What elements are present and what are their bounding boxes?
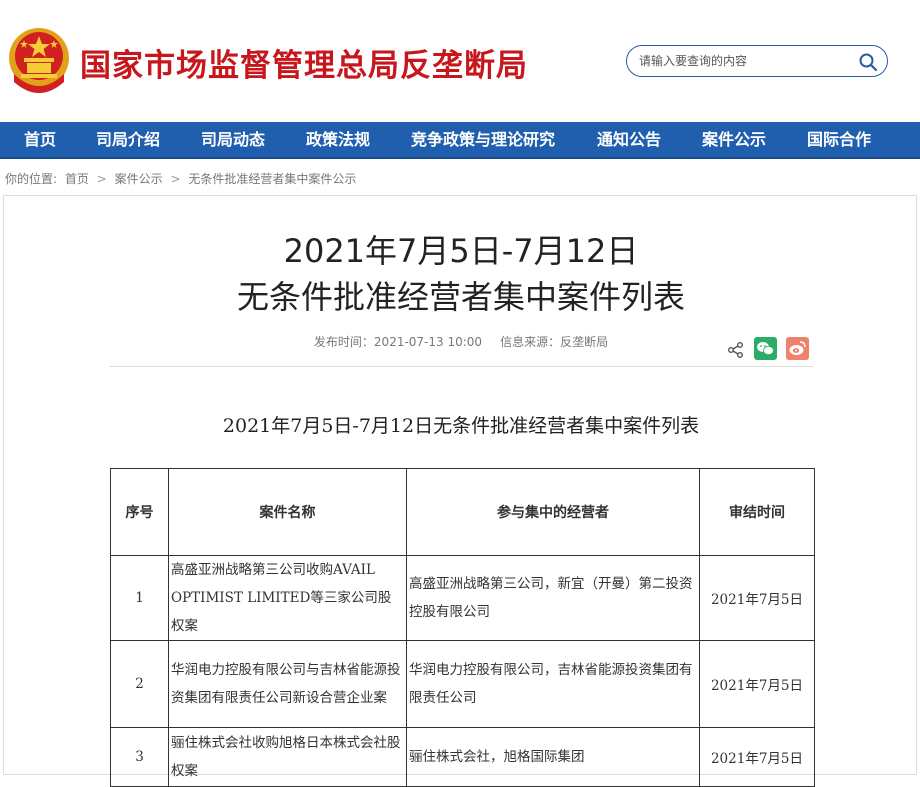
cell-date: 2021年7月5日 [699, 640, 815, 728]
cell-index: 2 [110, 640, 169, 728]
nav-about[interactable]: 司局介绍 [96, 122, 160, 157]
article-panel: 2021年7月5日-7月12日 无条件批准经营者集中案件列表 发布时间：2021… [3, 195, 918, 787]
national-emblem-icon [9, 28, 69, 93]
nav-home[interactable]: 首页 [24, 122, 56, 157]
cell-case-name: 高盛亚洲战略第三公司收购AVAIL OPTIMIST LIMITED等三家公司股… [168, 555, 407, 641]
cases-table: 序号 案件名称 参与集中的经营者 审结时间 1 高盛亚洲战略第三公司收购AVAI… [110, 468, 815, 787]
cell-parties: 华润电力控股有限公司，吉林省能源投资集团有限责任公司 [406, 640, 700, 728]
table-row: 2 华润电力控股有限公司与吉林省能源投资集团有限责任公司新设合营企业案 华润电力… [110, 640, 815, 728]
publish-time: 发布时间：2021-07-13 10:00 [313, 335, 483, 349]
cell-case-name: 骊住株式会社收购旭格日本株式会社股权案 [168, 727, 407, 787]
header-parties: 参与集中的经营者 [406, 468, 700, 556]
nav-cases[interactable]: 案件公示 [702, 122, 766, 157]
header-index: 序号 [110, 468, 169, 556]
breadcrumb-separator: > [170, 172, 181, 186]
weibo-icon[interactable] [786, 337, 809, 360]
table-row: 1 高盛亚洲战略第三公司收购AVAIL OPTIMIST LIMITED等三家公… [110, 555, 815, 641]
nav-policy[interactable]: 政策法规 [306, 122, 370, 157]
breadcrumb-cases[interactable]: 案件公示 [115, 172, 163, 186]
cell-date: 2021年7月5日 [699, 555, 815, 641]
search-input[interactable] [639, 52, 849, 70]
breadcrumb-prefix: 你的位置: [5, 172, 58, 186]
divider [109, 366, 813, 367]
table-header-row: 序号 案件名称 参与集中的经营者 审结时间 [110, 468, 815, 556]
header-date: 审结时间 [699, 468, 815, 556]
search-icon[interactable] [858, 52, 878, 72]
breadcrumb: 你的位置: 首页 > 案件公示 > 无条件批准经营者集中案件公示 [5, 170, 360, 187]
breadcrumb-current[interactable]: 无条件批准经营者集中案件公示 [188, 172, 356, 186]
cell-parties: 高盛亚洲战略第三公司，新宜（开曼）第二投资控股有限公司 [406, 555, 700, 641]
article-source: 信息来源：反垄断局 [500, 335, 609, 349]
cell-date: 2021年7月5日 [699, 727, 815, 787]
article-meta: 发布时间：2021-07-13 10:00 信息来源：反垄断局 [4, 333, 918, 350]
article-title-line1: 2021年7月5日-7月12日 [283, 232, 639, 270]
cell-index: 1 [110, 555, 169, 641]
cell-index: 3 [110, 727, 169, 787]
wechat-icon[interactable] [754, 337, 777, 360]
nav-international[interactable]: 国际合作 [807, 122, 871, 157]
site-header: 国家市场监督管理总局反垄断局 [0, 0, 920, 122]
breadcrumb-separator: > [96, 172, 107, 186]
cell-case-name: 华润电力控股有限公司与吉林省能源投资集团有限责任公司新设合营企业案 [168, 640, 407, 728]
table-title: 2021年7月5日-7月12日无条件批准经营者集中案件列表 [222, 415, 700, 437]
breadcrumb-home[interactable]: 首页 [65, 172, 89, 186]
share-icon[interactable] [727, 341, 745, 359]
header-case-name: 案件名称 [168, 468, 407, 556]
table-row: 3 骊住株式会社收购旭格日本株式会社股权案 骊住株式会社，旭格国际集团 2021… [110, 727, 815, 787]
nav-research[interactable]: 竞争政策与理论研究 [411, 122, 555, 157]
search-box [626, 45, 888, 77]
nav-news[interactable]: 司局动态 [201, 122, 265, 157]
main-nav: 首页 司局介绍 司局动态 政策法规 竞争政策与理论研究 通知公告 案件公示 国际… [0, 122, 920, 159]
nav-notices[interactable]: 通知公告 [597, 122, 661, 157]
article-title-line2: 无条件批准经营者集中案件列表 [236, 278, 685, 316]
site-title[interactable]: 国家市场监督管理总局反垄断局 [80, 40, 528, 85]
cell-parties: 骊住株式会社，旭格国际集团 [406, 727, 700, 787]
